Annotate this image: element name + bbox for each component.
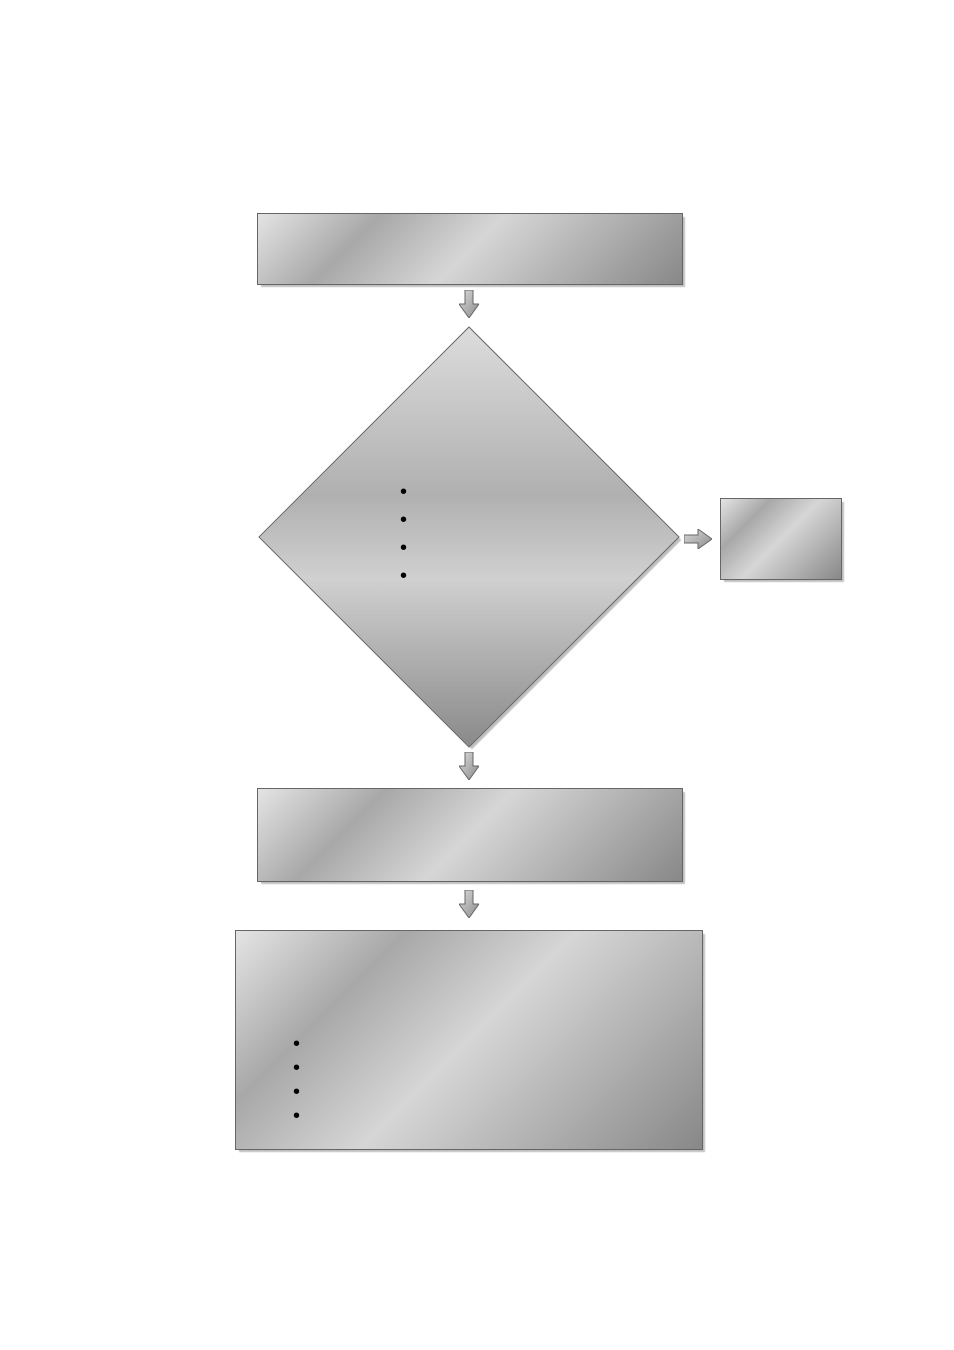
arrow-down-icon (459, 752, 479, 780)
flow-box-right (720, 498, 840, 578)
flow-box-bottom (235, 930, 701, 1148)
arrow-down-icon (459, 890, 479, 918)
arrow-down-icon (459, 290, 479, 318)
decision-bullets (400, 478, 407, 590)
bottom-box-bullets (293, 1032, 300, 1128)
arrow-right-icon (684, 529, 712, 549)
flow-box-mid (257, 788, 681, 880)
flow-box-top (257, 213, 681, 283)
